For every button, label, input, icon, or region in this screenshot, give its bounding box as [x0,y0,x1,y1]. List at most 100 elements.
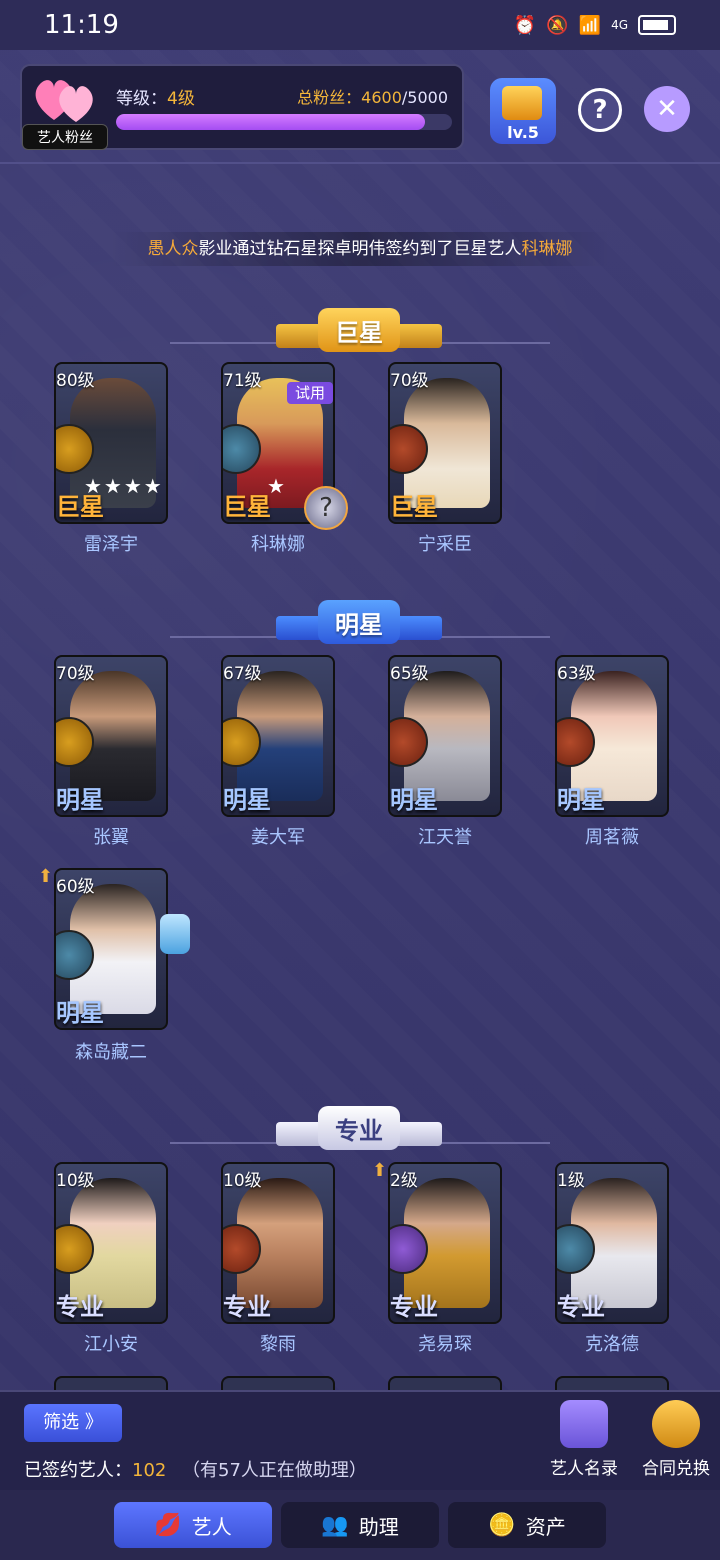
battery-icon [638,15,676,35]
artist-tier: 专业 [557,1293,605,1321]
artist-name: 宁采臣 [418,534,472,555]
tab-artists[interactable]: 💋 艺人 [114,1502,272,1548]
artist-tier: 明星 [223,786,271,814]
artist-card[interactable]: 65级 明星 [388,655,502,817]
fan-label: 艺人粉丝 [22,124,108,150]
artist-level: 70级 [56,664,95,684]
artist-tier: 明星 [56,999,104,1027]
artist-tier: 专业 [56,1293,104,1321]
artist-level: 10级 [56,1171,95,1191]
bottom-panel: 筛选 》 已签约艺人：102 （有57人正在做助理） 艺人名录 合同兑换 [0,1390,720,1490]
artist-tier: 明星 [390,786,438,814]
lv-label: lv.5 [507,123,539,142]
network-label: 4G [611,18,628,32]
artist-tier: 专业 [223,1293,271,1321]
trial-badge: 试用 [287,382,333,404]
lips-icon: 💋 [154,1512,182,1538]
notice-artist: 科琳娜 [521,239,573,259]
roster-button[interactable]: 艺人名录 [544,1400,624,1490]
trial-question-icon[interactable]: ? [304,486,348,530]
artist-tier: 专业 [390,1293,438,1321]
artist-card-partial[interactable] [221,1376,335,1390]
wifi-icon: 📶 [578,14,602,36]
artist-level: 60级 [56,877,95,897]
fans-progress-bar [116,114,452,130]
alarm-icon: ⏰ [513,14,537,36]
artist-card[interactable]: ★★★★ 80级 巨星 [54,362,168,524]
artist-tier: 巨星 [223,493,271,521]
artist-card-partial[interactable] [388,1376,502,1390]
upgrade-arrow-icon: ⬆ [372,1160,388,1181]
artist-card[interactable]: 67级 明星 [221,655,335,817]
mute-icon: 🔕 [546,14,569,36]
people-icon: 👥 [321,1512,349,1538]
artist-name: 森岛藏二 [75,1042,147,1063]
exchange-button[interactable]: 合同兑换 [636,1400,716,1490]
artist-card[interactable]: 63级 明星 [555,655,669,817]
section-banner-superstar: 巨星 [276,308,442,358]
artist-name: 江小安 [84,1334,138,1355]
company-level-badge[interactable]: lv.5 [490,78,556,144]
tab-label: 助理 [358,1514,399,1539]
banner-title: 专业 [318,1106,400,1150]
artist-level: 71级 [223,371,262,391]
coins-icon: 🪙 [488,1512,516,1538]
artist-name: 科琳娜 [251,534,305,555]
artist-name: 黎雨 [260,1334,296,1355]
artist-card[interactable]: 1级 专业 [555,1162,669,1324]
artist-level: 2级 [390,1171,418,1191]
level-label: 等级： [116,89,167,109]
artist-level: 63级 [557,664,596,684]
artist-card[interactable]: 70级 巨星 [388,362,502,524]
status-bar: 11:19 ⏰ 🔕 📶 4G [0,0,720,50]
signing-notice: 愚人众影业通过钻石星探卓明伟签约到了巨星艺人科琳娜 [110,232,610,266]
artist-card[interactable]: 10级 专业 [54,1162,168,1324]
status-icons: ⏰ 🔕 📶 4G [514,15,676,36]
potion-jar-icon [160,914,190,954]
artist-name: 周茗薇 [585,827,639,848]
artist-name: 江天誉 [418,827,472,848]
artist-card[interactable]: 2级 专业 [388,1162,502,1324]
notice-middle: 影业通过钻石星探卓明伟签约到了巨星艺人 [198,239,522,259]
roster-book-icon [560,1400,608,1448]
tab-assets[interactable]: 🪙 资产 [448,1502,606,1548]
artist-level: 80级 [56,371,95,391]
signed-count: 已签约艺人：102 [24,1456,166,1482]
artist-level: 67级 [223,664,262,684]
clapperboard-icon [502,86,542,120]
fan-level-panel: 艺人粉丝 等级：4级 总粉丝：4600/5000 [20,64,464,150]
fans-current: 4600 [361,88,402,107]
hearts-icon [35,80,93,122]
upgrade-arrow-icon: ⬆ [38,866,54,887]
tab-assistants[interactable]: 👥 助理 [281,1502,439,1548]
filter-button[interactable]: 筛选 》 [24,1404,122,1442]
signed-label: 已签约艺人： [24,1460,132,1481]
tab-label: 资产 [525,1514,566,1539]
artist-level: 70级 [390,371,429,391]
fans-label: 总粉丝： [297,88,362,107]
artist-name: 张翼 [93,827,129,848]
section-banner-pro: 专业 [276,1106,442,1156]
help-button[interactable]: ? [578,88,622,132]
artist-level: 65级 [390,664,429,684]
banner-title: 巨星 [318,308,400,352]
artist-level: 1级 [557,1171,585,1191]
artist-tier: 明星 [56,786,104,814]
close-button[interactable]: ✕ [644,86,690,132]
exchange-label: 合同兑换 [642,1459,710,1479]
clock: 11:19 [44,10,119,40]
artist-card[interactable]: 60级 明星 [54,868,168,1030]
roster-label: 艺人名录 [550,1459,618,1479]
artist-card-partial[interactable] [555,1376,669,1390]
fans-text: 总粉丝：4600/5000 [297,84,448,108]
banner-title: 明星 [318,600,400,644]
level-text: 等级：4级 [116,84,195,109]
fans-max: /5000 [401,88,448,107]
artist-card-partial[interactable] [54,1376,168,1390]
fans-progress-fill [116,114,426,130]
bottom-tab-bar: 💋 艺人 👥 助理 🪙 资产 [0,1490,720,1560]
artist-name: 克洛德 [585,1334,639,1355]
signed-number: 102 [132,1460,167,1481]
artist-card[interactable]: 70级 明星 [54,655,168,817]
artist-card[interactable]: 10级 专业 [221,1162,335,1324]
